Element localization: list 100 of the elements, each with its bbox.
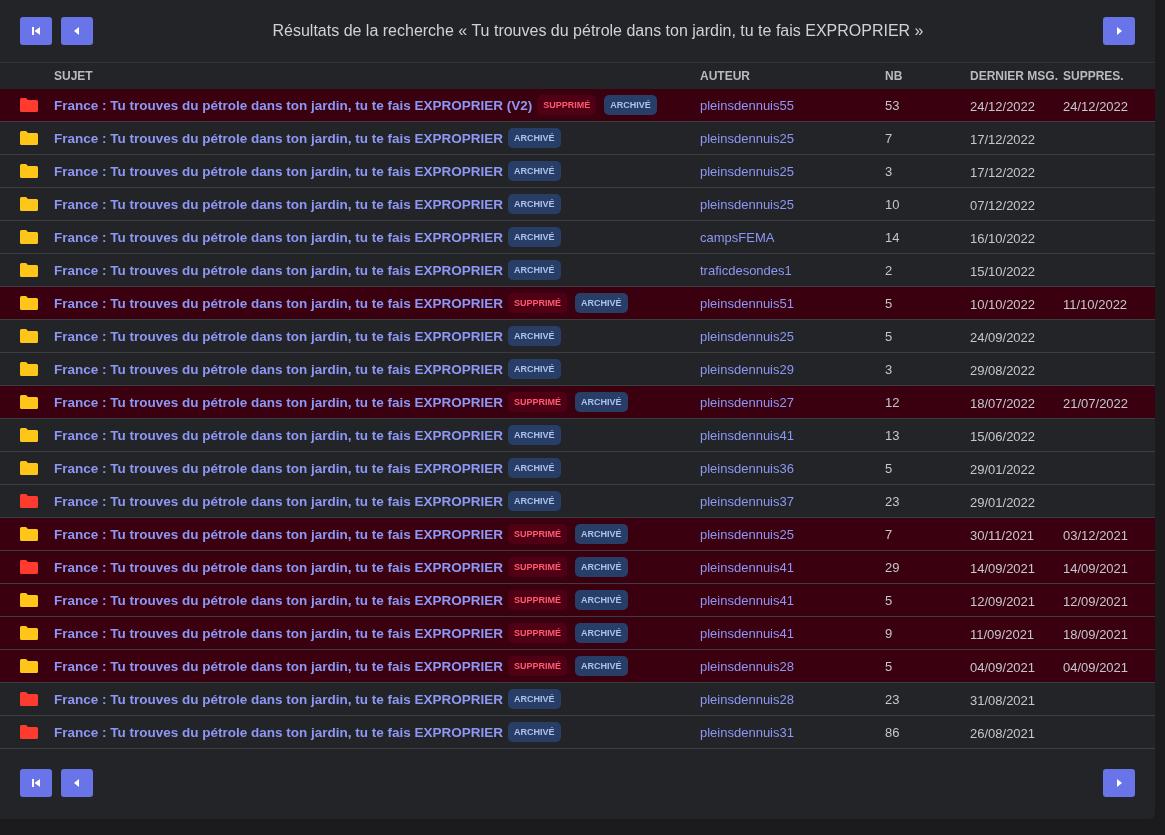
author-link[interactable]: campsFEMA (700, 229, 885, 245)
author-link[interactable]: pleinsdennuis41 (700, 559, 885, 575)
author-link[interactable]: pleinsdennuis37 (700, 493, 885, 509)
topic-link[interactable]: France : Tu trouves du pétrole dans ton jardin, tu te fais EXPROPRIER (54, 262, 504, 278)
author-link[interactable]: pleinsdennuis55 (700, 97, 885, 113)
archived-badge: ARCHIVÉ (508, 689, 561, 709)
archived-badge: ARCHIVÉ (508, 128, 561, 148)
author-link[interactable]: traficdesondes1 (700, 262, 885, 278)
topic-link[interactable]: France : Tu trouves du pétrole dans ton jardin, tu te fais EXPROPRIER (54, 559, 504, 575)
topic-link[interactable]: France : Tu trouves du pétrole dans ton jardin, tu te fais EXPROPRIER (54, 163, 504, 179)
last-message-date: 31/08/2021 (970, 692, 1037, 708)
last-message-date: 12/09/2021 (970, 593, 1037, 609)
topic-link[interactable]: France : Tu trouves du pétrole dans ton jardin, tu te fais EXPROPRIER (54, 460, 504, 476)
topic-row[interactable]: France : Tu trouves du pétrole dans ton jardin, tu te fais EXPROPRIER SUPPRIMÉ ARCHIVÉ pleinsdennuis25 7 30/11/2021 03/12/2021 (0, 518, 1155, 551)
author-link[interactable]: pleinsdennuis25 (700, 163, 885, 179)
deletion-date: 21/07/2022 (1063, 395, 1130, 411)
message-count: 10 (885, 196, 901, 212)
message-count: 7 (885, 526, 894, 542)
archived-badge: ARCHIVÉ (508, 425, 561, 445)
message-count: 2 (885, 262, 894, 278)
message-count: 14 (885, 229, 901, 245)
archived-badge: ARCHIVÉ (575, 623, 628, 643)
topic-link[interactable]: France : Tu trouves du pétrole dans ton jardin, tu te fais EXPROPRIER (54, 658, 504, 674)
last-message-date: 17/12/2022 (970, 131, 1037, 147)
topic-link[interactable]: France : Tu trouves du pétrole dans ton jardin, tu te fais EXPROPRIER (54, 295, 504, 311)
topic-link[interactable]: France : Tu trouves du pétrole dans ton jardin, tu te fais EXPROPRIER (54, 526, 504, 542)
skip-back-icon (31, 778, 41, 788)
archived-badge: ARCHIVÉ (575, 392, 628, 412)
first-page-button[interactable] (20, 17, 52, 45)
author-link[interactable]: pleinsdennuis25 (700, 328, 885, 344)
topic-link[interactable]: France : Tu trouves du pétrole dans ton jardin, tu te fais EXPROPRIER (54, 625, 504, 641)
author-link[interactable]: pleinsdennuis36 (700, 460, 885, 476)
topic-row[interactable]: France : Tu trouves du pétrole dans ton jardin, tu te fais EXPROPRIER (V2) SUPPRIMÉ ARCHIVÉ pleinsdennuis55 53 24/12/2022 24/12/2022 (0, 89, 1155, 122)
topic-row[interactable]: France : Tu trouves du pétrole dans ton jardin, tu te fais EXPROPRIER SUPPRIMÉ ARCHIVÉ pleinsdennuis51 5 10/10/2022 11/10/2022 (0, 287, 1155, 320)
archived-badge: ARCHIVÉ (508, 722, 561, 742)
archived-badge: ARCHIVÉ (508, 491, 561, 511)
topic-link[interactable]: France : Tu trouves du pétrole dans ton jardin, tu te fais EXPROPRIER (54, 229, 504, 245)
next-page-button[interactable] (1103, 769, 1135, 797)
author-link[interactable]: pleinsdennuis41 (700, 625, 885, 641)
author-link[interactable]: pleinsdennuis25 (700, 196, 885, 212)
topic-link[interactable]: France : Tu trouves du pétrole dans ton jardin, tu te fais EXPROPRIER (54, 130, 504, 146)
archived-badge: ARCHIVÉ (508, 260, 561, 280)
topic-link[interactable]: France : Tu trouves du pétrole dans ton jardin, tu te fais EXPROPRIER (54, 427, 504, 443)
archived-badge: ARCHIVÉ (508, 458, 561, 478)
message-count: 3 (885, 361, 894, 377)
message-count: 5 (885, 328, 894, 344)
last-message-date: 15/06/2022 (970, 428, 1037, 444)
author-link[interactable]: pleinsdennuis27 (700, 394, 885, 410)
author-link[interactable]: pleinsdennuis25 (700, 526, 885, 542)
last-message-date: 07/12/2022 (970, 197, 1037, 213)
author-link[interactable]: pleinsdennuis51 (700, 295, 885, 311)
column-header: NB (885, 69, 904, 83)
first-page-button[interactable] (20, 769, 52, 797)
author-link[interactable]: pleinsdennuis28 (700, 658, 885, 674)
message-count: 5 (885, 295, 894, 311)
author-link[interactable]: pleinsdennuis28 (700, 691, 885, 707)
topic-link[interactable]: France : Tu trouves du pétrole dans ton jardin, tu te fais EXPROPRIER (54, 361, 504, 377)
author-link[interactable]: pleinsdennuis41 (700, 427, 885, 443)
last-message-date: 18/07/2022 (970, 395, 1037, 411)
deleted-badge: SUPPRIMÉ (508, 623, 568, 643)
archived-badge: ARCHIVÉ (508, 161, 561, 181)
last-message-date: 14/09/2021 (970, 560, 1037, 576)
topic-row[interactable]: France : Tu trouves du pétrole dans ton jardin, tu te fais EXPROPRIER SUPPRIMÉ ARCHIVÉ pleinsdennuis41 5 12/09/2021 12/09/2021 (0, 584, 1155, 617)
topic-row[interactable]: France : Tu trouves du pétrole dans ton jardin, tu te fais EXPROPRIER SUPPRIMÉ ARCHIVÉ pleinsdennuis41 9 11/09/2021 18/09/2021 (0, 617, 1155, 650)
topic-link[interactable]: France : Tu trouves du pétrole dans ton jardin, tu te fais EXPROPRIER (54, 196, 504, 212)
message-count: 86 (885, 724, 901, 740)
author-link[interactable]: pleinsdennuis29 (700, 361, 885, 377)
last-message-date: 11/09/2021 (970, 626, 1036, 642)
triangle-right-icon (1114, 26, 1124, 36)
deletion-date: 04/09/2021 (1063, 659, 1130, 675)
column-header: SUJET (54, 69, 94, 83)
deleted-badge: SUPPRIMÉ (508, 656, 568, 676)
deleted-badge: SUPPRIMÉ (508, 557, 568, 577)
topic-link[interactable]: France : Tu trouves du pétrole dans ton jardin, tu te fais EXPROPRIER (54, 394, 504, 410)
message-count: 5 (885, 658, 894, 674)
topic-link[interactable]: France : Tu trouves du pétrole dans ton jardin, tu te fais EXPROPRIER (54, 592, 504, 608)
topic-link[interactable]: France : Tu trouves du pétrole dans ton jardin, tu te fais EXPROPRIER (54, 691, 504, 707)
message-count: 5 (885, 592, 894, 608)
author-link[interactable]: pleinsdennuis31 (700, 724, 885, 740)
archived-badge: ARCHIVÉ (575, 590, 628, 610)
author-link[interactable]: pleinsdennuis41 (700, 592, 885, 608)
skip-back-icon (31, 26, 41, 36)
topic-link[interactable]: France : Tu trouves du pétrole dans ton jardin, tu te fais EXPROPRIER (54, 493, 504, 509)
last-message-date: 26/08/2021 (970, 725, 1037, 741)
topic-row[interactable]: France : Tu trouves du pétrole dans ton jardin, tu te fais EXPROPRIER SUPPRIMÉ ARCHIVÉ pleinsdennuis41 29 14/09/2021 14/09/2021 (0, 551, 1155, 584)
previous-page-button[interactable] (61, 17, 93, 45)
archived-badge: ARCHIVÉ (575, 656, 628, 676)
triangle-right-icon (1114, 778, 1124, 788)
archived-badge: ARCHIVÉ (508, 194, 561, 214)
topic-link[interactable]: France : Tu trouves du pétrole dans ton jardin, tu te fais EXPROPRIER (54, 724, 504, 740)
topic-link[interactable]: France : Tu trouves du pétrole dans ton jardin, tu te fais EXPROPRIER (54, 328, 504, 344)
message-count: 5 (885, 460, 894, 476)
last-message-date: 15/10/2022 (970, 263, 1037, 279)
author-link[interactable]: pleinsdennuis25 (700, 130, 885, 146)
topic-link[interactable]: France : Tu trouves du pétrole dans ton jardin, tu te fais EXPROPRIER (V2) (54, 97, 533, 113)
archived-badge: ARCHIVÉ (604, 95, 657, 115)
topic-row[interactable]: France : Tu trouves du pétrole dans ton jardin, tu te fais EXPROPRIER SUPPRIMÉ ARCHIVÉ pleinsdennuis28 5 04/09/2021 04/09/2021 (0, 650, 1155, 683)
next-page-button[interactable] (1103, 17, 1135, 45)
previous-page-button[interactable] (61, 769, 93, 797)
topic-row[interactable]: France : Tu trouves du pétrole dans ton jardin, tu te fais EXPROPRIER SUPPRIMÉ ARCHIVÉ pleinsdennuis27 12 18/07/2022 21/07/2022 (0, 386, 1155, 419)
